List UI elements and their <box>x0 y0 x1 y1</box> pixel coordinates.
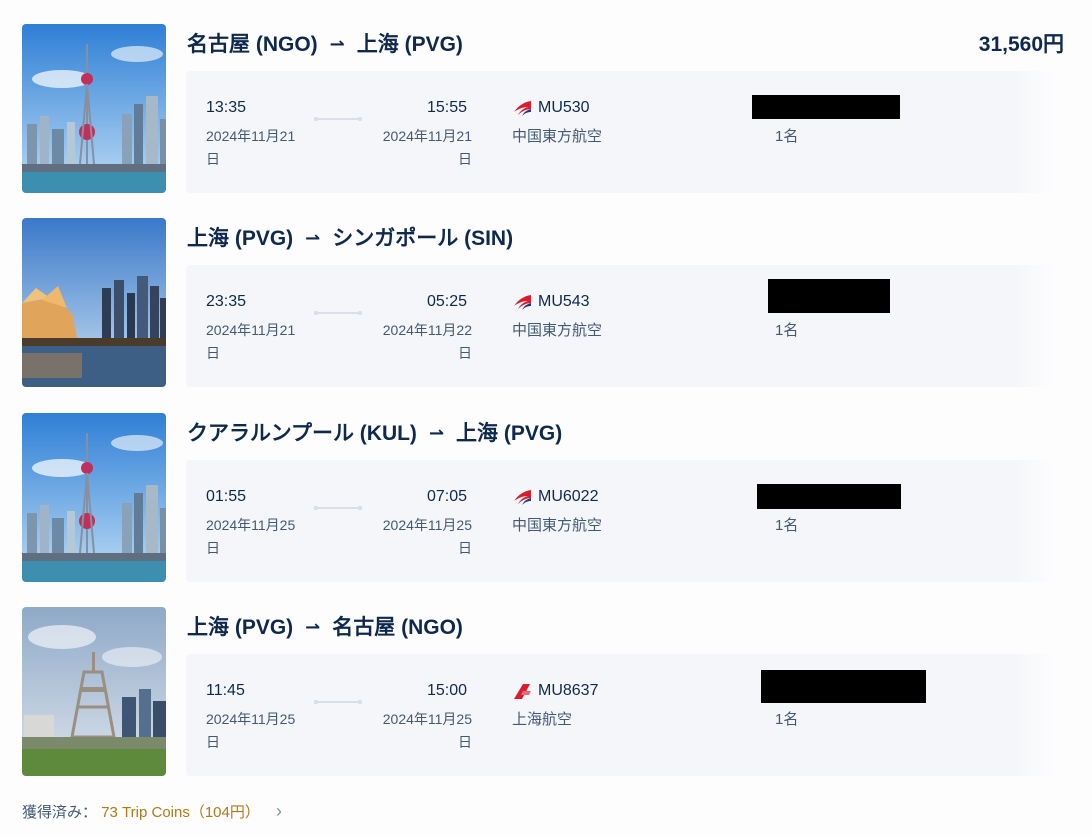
chevron-right-icon: › <box>276 801 283 821</box>
duration-line <box>314 117 362 121</box>
arrival-date: 2024年11月25日 <box>382 517 472 556</box>
redacted-passenger-name <box>768 279 890 313</box>
arrival-time: 15:00 <box>427 682 468 699</box>
airline-name: 中国東方航空 <box>512 322 603 339</box>
departure-time: 13:35 <box>206 99 247 116</box>
departure-time: 23:35 <box>206 293 247 310</box>
trip-coins-value: 73 Trip Coins（104円） <box>101 804 260 821</box>
destination-photo-shanghai <box>22 24 166 193</box>
route-arrow-icon: ⇀ <box>305 617 321 637</box>
destination-photo-singapore <box>22 218 166 387</box>
destination-airport: 上海 (PVG) <box>356 33 463 56</box>
trip-coins-link[interactable]: 獲得済み： 73 Trip Coins（104円） › <box>22 801 282 822</box>
flight-number: MU6022 <box>538 488 599 505</box>
trip-coins-label: 獲得済み： <box>22 804 98 821</box>
total-price: 31,560円 <box>978 33 1064 56</box>
flight-card[interactable]: クアラルンプール (KUL) ⇀ 上海 (PVG) 01:55 2024年11月25… <box>0 413 1092 608</box>
route-title: 名古屋 (NGO) ⇀ 上海 (PVG) <box>187 28 463 58</box>
arrival-date: 2024年11月21日 <box>382 128 472 167</box>
destination-photo-shanghai <box>22 413 166 582</box>
china-eastern-logo-icon <box>512 488 532 506</box>
flight-card[interactable]: 上海 (PVG) ⇀ 名古屋 (NGO) 11:45 2024年11月25日 15:… <box>0 607 1092 802</box>
passenger-count: 1名 <box>775 517 799 534</box>
arrival-time: 05:25 <box>427 293 468 310</box>
flight-card[interactable]: 名古屋 (NGO) ⇀ 上海 (PVG) 31,560円 13:35 2024年11… <box>0 24 1092 219</box>
route-title: クアラルンプール (KUL) ⇀ 上海 (PVG) <box>187 417 562 447</box>
departure-date: 2024年11月21日 <box>206 322 296 361</box>
flight-card[interactable]: 上海 (PVG) ⇀ シンガポール (SIN) 23:35 2024年11月21日 … <box>0 218 1092 413</box>
flight-detail-panel: 13:35 2024年11月21日 15:55 2024年11月21日 MU53… <box>186 71 1054 193</box>
arrival-date: 2024年11月25日 <box>382 711 472 750</box>
departure-date: 2024年11月25日 <box>206 711 296 750</box>
departure-time: 11:45 <box>206 682 245 699</box>
airline-name: 中国東方航空 <box>512 128 603 145</box>
departure-date: 2024年11月25日 <box>206 517 296 556</box>
departure-time: 01:55 <box>206 488 247 505</box>
origin-airport: 上海 (PVG) <box>187 616 294 639</box>
arrival-time: 15:55 <box>427 99 468 116</box>
shanghai-airlines-logo-icon <box>512 682 532 700</box>
destination-airport: 名古屋 (NGO) <box>332 616 463 639</box>
china-eastern-logo-icon <box>512 293 532 311</box>
flight-number: MU530 <box>538 99 590 116</box>
destination-airport: シンガポール (SIN) <box>332 227 514 250</box>
redacted-passenger-name <box>761 670 926 703</box>
flight-number: MU8637 <box>538 682 599 699</box>
arrival-date: 2024年11月22日 <box>382 322 472 361</box>
destination-airport: 上海 (PVG) <box>456 422 563 445</box>
passenger-count: 1名 <box>775 322 799 339</box>
arrival-time: 07:05 <box>427 488 468 505</box>
destination-photo-nagoya <box>22 607 166 776</box>
duration-line <box>314 506 362 510</box>
route-arrow-icon: ⇀ <box>305 228 321 248</box>
route-arrow-icon: ⇀ <box>329 34 345 54</box>
redacted-passenger-name <box>752 95 900 119</box>
duration-line <box>314 700 362 704</box>
redacted-passenger-name <box>757 484 901 509</box>
flight-detail-panel: 01:55 2024年11月25日 07:05 2024年11月25日 MU60… <box>186 460 1054 582</box>
flight-number: MU543 <box>538 293 590 310</box>
airline-name: 上海航空 <box>512 711 573 728</box>
origin-airport: 上海 (PVG) <box>187 227 294 250</box>
passenger-count: 1名 <box>775 711 799 728</box>
flight-detail-panel: 11:45 2024年11月25日 15:00 2024年11月25日 MU86… <box>186 654 1054 776</box>
origin-airport: クアラルンプール (KUL) <box>187 422 417 445</box>
china-eastern-logo-icon <box>512 99 532 117</box>
airline-name: 中国東方航空 <box>512 517 603 534</box>
departure-date: 2024年11月21日 <box>206 128 296 167</box>
duration-line <box>314 311 362 315</box>
route-title: 上海 (PVG) ⇀ シンガポール (SIN) <box>187 222 513 252</box>
origin-airport: 名古屋 (NGO) <box>187 33 318 56</box>
route-title: 上海 (PVG) ⇀ 名古屋 (NGO) <box>187 611 463 641</box>
flight-detail-panel: 23:35 2024年11月21日 05:25 2024年11月22日 MU54… <box>186 265 1054 387</box>
route-arrow-icon: ⇀ <box>428 423 445 443</box>
passenger-count: 1名 <box>775 128 799 145</box>
